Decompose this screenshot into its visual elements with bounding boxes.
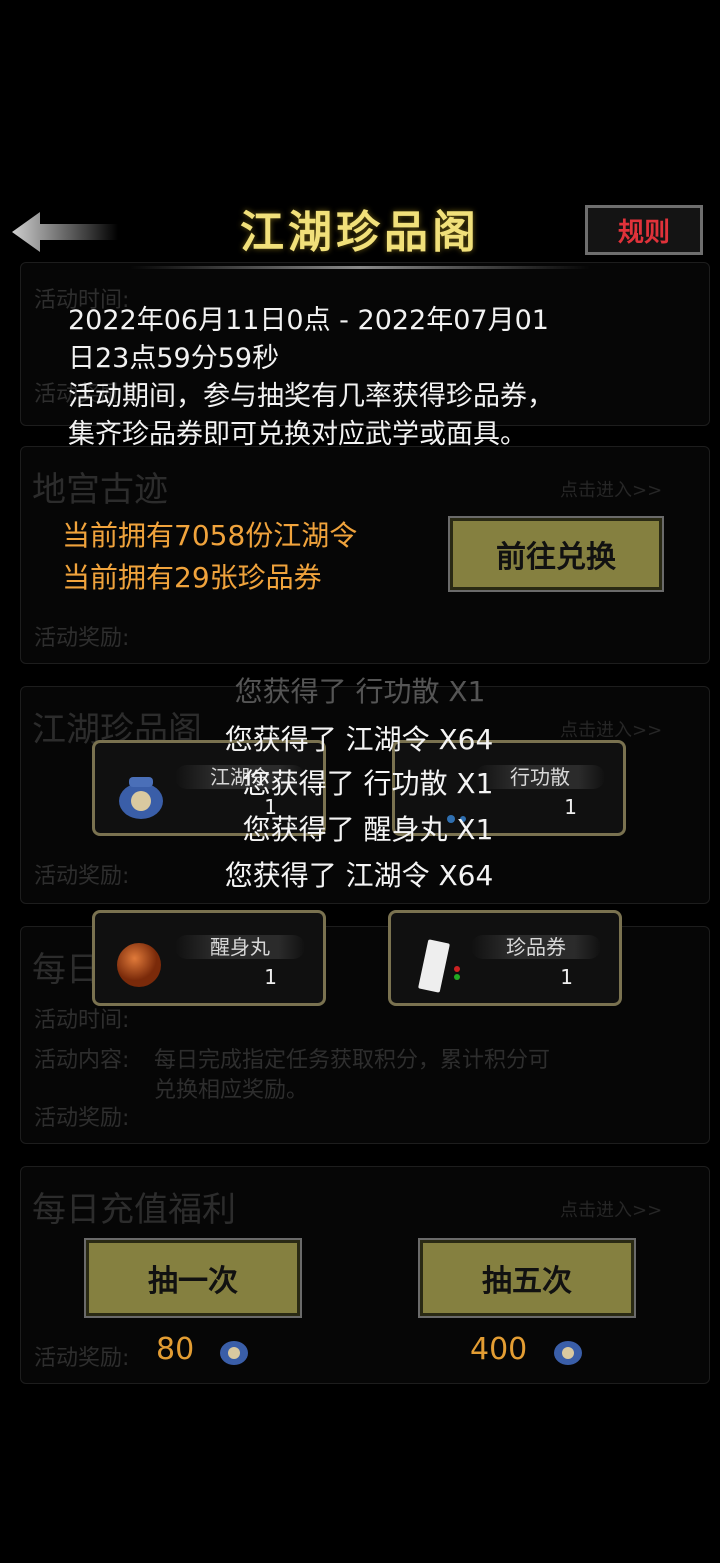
rule-button[interactable]: 规则 [585,205,703,255]
bg-label: 活动内容: [34,1048,130,1073]
reward-message: 您获得了 江湖令 X64 [224,723,494,756]
ticket-icon [407,935,467,995]
desc-line: 活动期间，参与抽奖有几率获得珍品券， [68,381,554,412]
bg-desc: 兑换相应奖励。 [154,1078,309,1103]
reward-count: 1 [560,965,573,989]
token-count: 当前拥有7058份江湖令 [62,519,358,552]
bg-title-daily: 每日 [32,950,100,990]
bg-label: 活动时间: [34,1008,130,1033]
reward-name: 珍品券 [471,935,601,959]
reward-message: 您获得了 醒身丸 X1 [242,813,494,846]
bg-enter-link: 点击进入>> [560,1200,663,1221]
date-line: 日23点59分59秒 [68,343,280,374]
bg-label: 活动奖励: [34,1346,130,1371]
reward-message-faded: 您获得了 行功散 X1 [234,675,486,708]
reward-message: 您获得了 江湖令 X64 [224,859,494,892]
bg-enter-link: 点击进入>> [560,480,663,501]
ticket-count: 当前拥有29张珍品券 [62,561,322,594]
draw-five-button[interactable]: 抽五次 [420,1240,634,1316]
pill-icon [111,935,171,995]
token-pouch-icon [550,1332,586,1368]
bg-label: 活动奖励: [34,1106,130,1131]
token-pouch-icon [216,1332,252,1368]
reward-name: 醒身丸 [175,935,305,959]
bg-desc: 每日完成指定任务获取积分，累计积分可 [154,1048,551,1073]
draw-five-label: 抽五次 [482,1264,572,1299]
desc-line: 集齐珍品券即可兑换对应武学或面具。 [68,419,527,450]
rule-button-label: 规则 [617,217,670,248]
date-line: 2022年06月11日0点 - 2022年07月01 [68,305,549,336]
bg-title-recharge: 每日充值福利 [32,1190,236,1230]
exchange-button[interactable]: 前往兑换 [450,518,662,590]
reward-count: 1 [264,965,277,989]
draw-five-cost: 400 [470,1332,528,1367]
reward-card-ticket[interactable]: 珍品券 1 [388,910,622,1006]
title-divider [130,266,590,269]
draw-once-cost: 80 [156,1332,195,1367]
reward-message: 您获得了 行功散 X1 [242,767,494,800]
bg-title-dungeon: 地宫古迹 [32,470,168,510]
bg-label: 活动奖励: [34,626,130,651]
draw-once-button[interactable]: 抽一次 [86,1240,300,1316]
exchange-button-label: 前往兑换 [496,540,616,575]
draw-once-label: 抽一次 [148,1264,238,1299]
reward-card-xingshenwan[interactable]: 醒身丸 1 [92,910,326,1006]
